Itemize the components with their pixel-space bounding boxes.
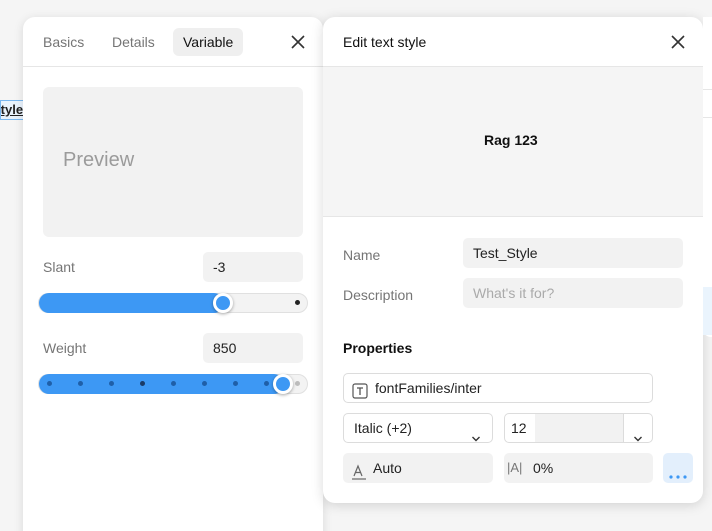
text-type-icon <box>352 380 368 399</box>
description-input[interactable]: What's it for? <box>463 278 683 308</box>
tab-details[interactable]: Details <box>102 28 165 56</box>
tab-basics[interactable]: Basics <box>33 28 94 56</box>
font-style-dropdown[interactable]: Italic (+2) <box>343 413 493 443</box>
name-label: Name <box>343 247 381 263</box>
chevron-down-icon[interactable] <box>633 424 643 452</box>
weight-value-input[interactable]: 850 <box>203 333 303 363</box>
selected-row[interactable] <box>703 287 712 335</box>
slant-label: Slant <box>43 259 75 275</box>
edit-text-style-panel: Edit text style Rag 123 Name Test_Style … <box>323 17 703 503</box>
letter-spacing-field[interactable]: |A| 0% <box>504 453 653 483</box>
font-size-field[interactable]: 12 <box>504 413 653 443</box>
weight-step-tick <box>171 381 176 386</box>
font-preview: Preview <box>43 87 303 237</box>
letter-spacing-value: 0% <box>533 460 554 476</box>
weight-step-tick <box>140 381 145 386</box>
panel-header: Edit text style <box>323 17 703 67</box>
weight-label: Weight <box>43 340 87 356</box>
slant-slider-thumb[interactable] <box>213 293 233 313</box>
divider <box>623 414 624 442</box>
font-size-value[interactable]: 12 <box>507 416 533 440</box>
slant-slider-fill <box>39 293 224 313</box>
tab-variable[interactable]: Variable <box>173 28 244 56</box>
weight-step-tick <box>264 381 269 386</box>
partial-side-panel <box>703 17 712 337</box>
preview-sample-text: Rag 123 <box>484 132 538 148</box>
chevron-down-icon <box>471 424 481 452</box>
weight-slider-thumb[interactable] <box>273 374 293 394</box>
canvas-text-layer[interactable]: Style name <box>0 100 24 120</box>
line-height-icon <box>351 460 367 480</box>
description-label: Description <box>343 287 414 303</box>
weight-step-tick <box>202 381 207 386</box>
weight-step-tick <box>109 381 114 386</box>
variable-font-panel: Basics Details Variable Preview Slant -3… <box>23 17 323 531</box>
divider <box>703 117 712 118</box>
divider <box>703 89 712 90</box>
slant-value-input[interactable]: -3 <box>203 252 303 282</box>
properties-heading: Properties <box>343 340 413 356</box>
text-style-preview: Rag 123 <box>323 67 703 217</box>
weight-slider-fill <box>39 374 284 394</box>
font-family-value: fontFamilies/inter <box>375 380 482 396</box>
weight-step-tick <box>295 381 300 386</box>
panel-tabs: Basics Details Variable <box>23 17 323 67</box>
close-icon[interactable] <box>289 33 307 51</box>
more-options-button[interactable] <box>663 453 693 483</box>
weight-slider[interactable] <box>38 374 308 394</box>
font-family-field[interactable]: fontFamilies/inter <box>343 373 653 403</box>
weight-step-tick <box>78 381 83 386</box>
close-icon[interactable] <box>669 33 687 51</box>
font-style-value: Italic (+2) <box>354 420 412 436</box>
weight-step-tick <box>47 381 52 386</box>
line-height-value: Auto <box>373 460 402 476</box>
panel-title: Edit text style <box>343 34 427 50</box>
name-input[interactable]: Test_Style <box>463 238 683 268</box>
weight-step-tick <box>233 381 238 386</box>
letter-spacing-icon: |A| <box>507 460 523 475</box>
slant-slider[interactable] <box>38 293 308 313</box>
line-height-field[interactable]: Auto <box>343 453 493 483</box>
slant-end-tick <box>295 300 300 305</box>
more-icon <box>669 466 687 484</box>
preview-text: Preview <box>63 149 135 171</box>
font-size-input-area[interactable] <box>535 414 623 442</box>
